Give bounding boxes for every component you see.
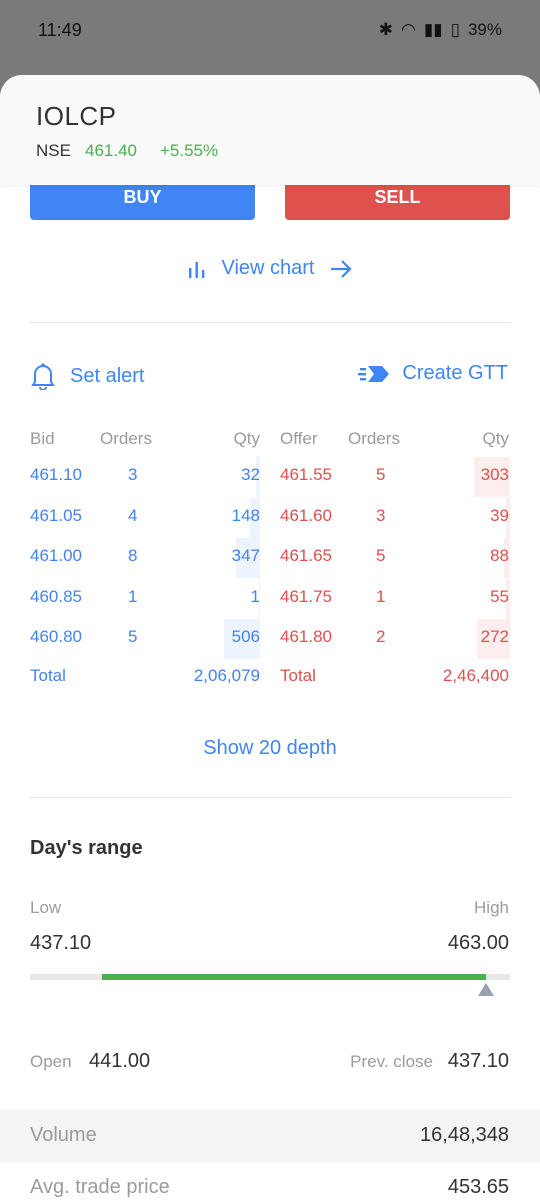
offer-qty: 55 bbox=[490, 586, 509, 606]
bid-qty: 506 bbox=[231, 627, 260, 646]
bid-total-label: Total bbox=[30, 665, 66, 685]
bell-icon bbox=[31, 363, 55, 390]
price-change: +5.55% bbox=[160, 141, 219, 160]
offer-total-label: Total bbox=[280, 665, 316, 685]
low-value: 437.10 bbox=[30, 932, 92, 954]
offer-orders: 2 bbox=[376, 627, 386, 646]
volume-label: Volume bbox=[30, 1124, 97, 1146]
offer-orders: 5 bbox=[376, 546, 386, 565]
offer-qty: 303 bbox=[480, 465, 509, 484]
bid-price: 461.05 bbox=[30, 505, 82, 525]
battery-icon: ▯ bbox=[450, 20, 460, 39]
offer-orders: 1 bbox=[376, 586, 386, 606]
bid-orders: 3 bbox=[128, 465, 138, 484]
bid-qty: 347 bbox=[231, 546, 260, 565]
offer-price: 461.65 bbox=[280, 546, 332, 565]
set-alert-button[interactable]: Set alert bbox=[30, 362, 144, 390]
offer-qty: 88 bbox=[490, 546, 509, 565]
wifi-icon: ◠ bbox=[401, 20, 416, 39]
avg-price-value: 453.65 bbox=[447, 1176, 509, 1198]
last-price: 461.40 bbox=[85, 141, 137, 160]
gtt-icon bbox=[358, 365, 390, 382]
bid-price: 461.00 bbox=[30, 546, 82, 565]
bid-orders: 1 bbox=[128, 586, 138, 606]
depth-row: 460.80 5 506 461.80 2 272 bbox=[30, 619, 510, 660]
avg-price-row: Avg. trade price 453.65 bbox=[0, 1162, 540, 1200]
volume-row: Volume 16,48,348 bbox=[0, 1110, 540, 1162]
depth-totals: Total 2,06,079 Total 2,46,400 bbox=[30, 662, 510, 692]
volume-value: 16,48,348 bbox=[420, 1124, 509, 1146]
offer-header: Offer bbox=[280, 429, 318, 448]
offer-price: 461.75 bbox=[280, 586, 332, 606]
low-label: Low bbox=[30, 898, 62, 917]
exchange-label: NSE bbox=[36, 141, 71, 160]
offer-qty: 272 bbox=[480, 627, 509, 646]
bid-price: 460.80 bbox=[30, 627, 82, 646]
signal-icon: ▮▮ bbox=[423, 20, 443, 39]
bar-chart-icon bbox=[189, 261, 205, 278]
avg-price-label: Avg. trade price bbox=[30, 1176, 170, 1198]
view-chart-link[interactable]: View chart bbox=[0, 257, 540, 280]
offer-qty: 39 bbox=[490, 505, 509, 525]
offer-orders-header: Orders bbox=[348, 429, 400, 448]
status-icons: ✱ ◠ ▮▮ ▯ 39% bbox=[379, 20, 502, 40]
battery-percent: 39% bbox=[467, 20, 502, 39]
offer-price: 461.55 bbox=[280, 465, 332, 484]
depth-row: 461.00 8 347 461.65 5 88 bbox=[30, 538, 510, 579]
bid-price: 460.85 bbox=[30, 586, 82, 606]
bid-orders: 8 bbox=[128, 546, 138, 565]
bid-qty-header: Qty bbox=[233, 429, 260, 448]
days-range-title: Day's range bbox=[30, 837, 143, 859]
bid-qty: 32 bbox=[241, 465, 260, 484]
offer-qty-header: Qty bbox=[482, 429, 509, 448]
prev-close-value: 437.10 bbox=[447, 1050, 509, 1072]
bid-price: 461.10 bbox=[30, 465, 82, 484]
bid-orders: 5 bbox=[128, 627, 138, 646]
depth-row: 461.05 4 148 461.60 3 39 bbox=[30, 497, 510, 539]
show-20-depth-button[interactable]: Show 20 depth bbox=[0, 737, 540, 760]
bid-orders-header: Orders bbox=[100, 429, 152, 448]
bottom-sheet: IOLCP NSE 461.40 +5.55% BUY SELL View ch… bbox=[0, 75, 540, 1200]
depth-header: Bid Orders Qty Offer Orders Qty bbox=[30, 429, 510, 451]
status-time: 11:49 bbox=[38, 20, 82, 40]
ltp-marker-icon bbox=[478, 983, 494, 996]
status-bar: 11:49 ✱ ◠ ▮▮ ▯ 39% bbox=[0, 0, 540, 64]
high-value: 463.00 bbox=[447, 932, 509, 954]
view-chart-label: View chart bbox=[221, 257, 315, 279]
depth-row: 460.85 1 1 461.75 1 55 bbox=[30, 578, 510, 620]
range-track bbox=[30, 974, 510, 980]
instrument-header: IOLCP NSE 461.40 +5.55% bbox=[0, 75, 540, 185]
create-gtt-button[interactable]: Create GTT bbox=[358, 362, 508, 385]
instrument-symbol: IOLCP bbox=[36, 101, 117, 131]
create-gtt-label: Create GTT bbox=[402, 362, 508, 384]
offer-orders: 3 bbox=[376, 505, 386, 525]
open-label: Open bbox=[30, 1052, 72, 1071]
market-depth: Bid Orders Qty Offer Orders Qty 461.10 3… bbox=[30, 429, 510, 692]
offer-orders: 5 bbox=[376, 465, 386, 484]
divider bbox=[30, 797, 510, 798]
set-alert-label: Set alert bbox=[70, 364, 145, 387]
depth-row: 461.10 3 32 461.55 5 303 bbox=[30, 457, 510, 498]
high-label: High bbox=[474, 898, 509, 917]
bid-orders: 4 bbox=[128, 505, 138, 525]
offer-total: 2,46,400 bbox=[442, 665, 509, 685]
offer-price: 461.80 bbox=[280, 627, 332, 646]
arrow-right-icon bbox=[330, 259, 352, 278]
bid-qty: 148 bbox=[231, 505, 260, 525]
bluetooth-icon: ✱ bbox=[378, 20, 394, 39]
bid-header: Bid bbox=[30, 429, 55, 448]
range-fill bbox=[102, 974, 486, 980]
offer-price: 461.60 bbox=[280, 505, 332, 525]
bid-qty: 1 bbox=[250, 586, 260, 606]
divider bbox=[30, 322, 510, 323]
bid-total: 2,06,079 bbox=[193, 665, 260, 685]
prev-close-label: Prev. close bbox=[350, 1052, 433, 1071]
open-value: 441.00 bbox=[89, 1050, 151, 1072]
